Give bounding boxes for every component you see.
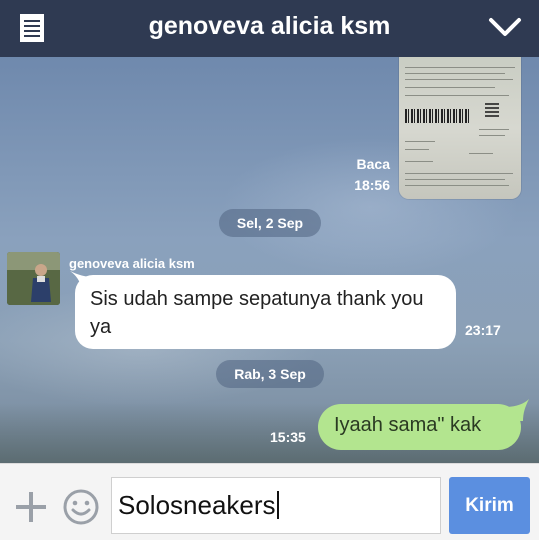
message-time: 18:56 xyxy=(354,177,390,193)
read-receipt-label: Baca xyxy=(356,156,390,172)
date-separator: Rab, 3 Sep xyxy=(216,360,324,388)
chat-area[interactable]: Baca 18:56 Sel, 2 Sep genoveva alicia ks… xyxy=(0,57,539,463)
incoming-message-text: Sis udah sampe sepatunya thank you ya xyxy=(90,288,424,338)
message-time: 23:17 xyxy=(465,322,501,338)
outgoing-message-text: Iyaah sama" kak xyxy=(334,414,482,436)
chat-header: genoveva alicia ksm xyxy=(0,0,539,57)
text-caret xyxy=(276,491,279,519)
send-button[interactable]: Kirim xyxy=(449,477,530,534)
message-time: 15:35 xyxy=(270,429,306,445)
message-input-value: Solosneakers xyxy=(118,490,279,521)
date-separator: Sel, 2 Sep xyxy=(219,209,321,237)
chevron-down-icon[interactable] xyxy=(485,10,525,44)
chat-title: genoveva alicia ksm xyxy=(148,12,391,40)
message-input-text: Solosneakers xyxy=(118,490,276,520)
plus-icon[interactable] xyxy=(14,490,48,524)
image-message-receipt[interactable] xyxy=(399,57,521,199)
avatar[interactable] xyxy=(7,252,60,305)
smiley-icon[interactable] xyxy=(62,488,100,526)
